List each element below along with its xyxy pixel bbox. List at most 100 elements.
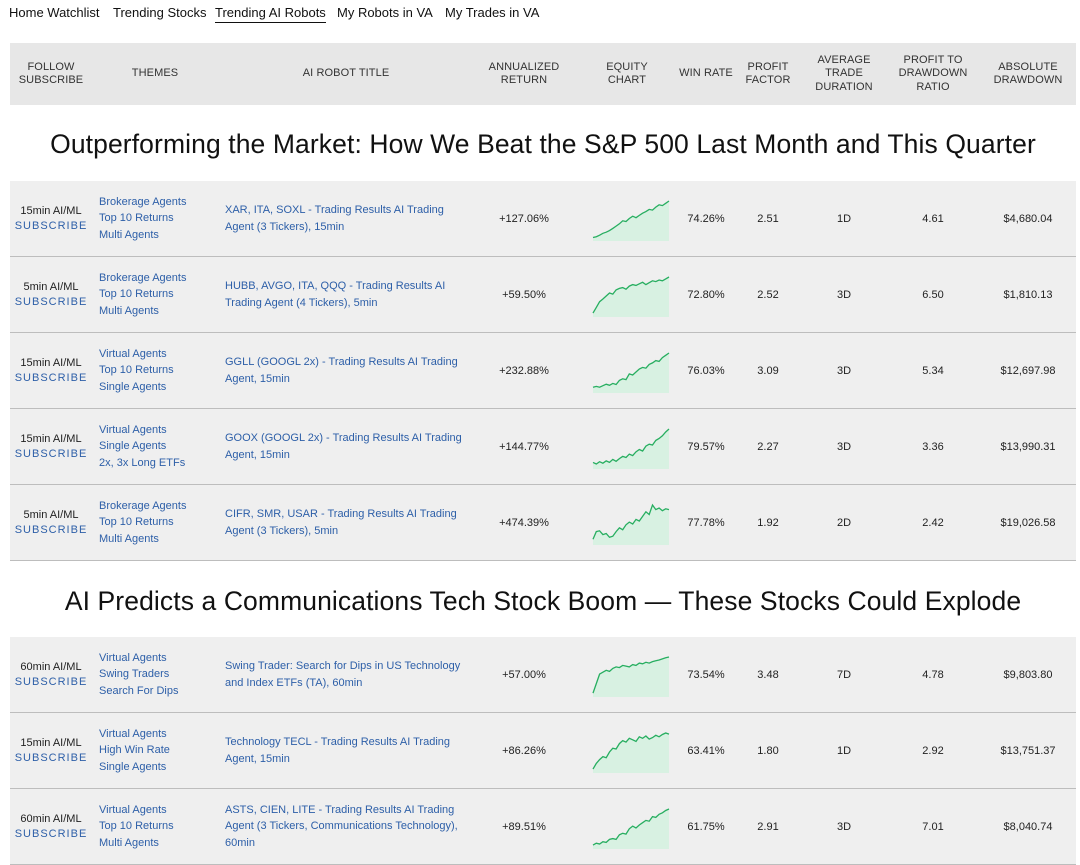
robot-row: 60min AI/ML SUBSCRIBE Virtual Agents Swing … bbox=[10, 637, 1076, 713]
profit-factor: 2.27 bbox=[757, 440, 779, 453]
header-equity-chart: EQUITY CHART bbox=[606, 60, 648, 87]
follow-cell: 15min AI/ML SUBSCRIBE bbox=[10, 713, 92, 788]
equity-chart bbox=[592, 275, 670, 317]
nav-link-trending-ai-robots[interactable]: Trending AI Robots bbox=[215, 5, 326, 23]
theme-link[interactable]: Virtual Agents bbox=[99, 802, 219, 819]
robot-row: 60min AI/ML SUBSCRIBE Virtual Agents Top 10… bbox=[10, 789, 1076, 865]
theme-link[interactable]: Multi Agents bbox=[99, 835, 219, 852]
nav-link-my-trades-in-va[interactable]: My Trades in VA bbox=[445, 5, 539, 20]
theme-link[interactable]: Brokerage Agents bbox=[99, 498, 219, 515]
follow-cell: 15min AI/ML SUBSCRIBE bbox=[10, 333, 92, 408]
theme-link[interactable]: Multi Agents bbox=[99, 303, 219, 320]
follow-cell: 60min AI/ML SUBSCRIBE bbox=[10, 637, 92, 712]
themes-cell: Brokerage Agents Top 10 Returns Multi Agen… bbox=[99, 257, 219, 332]
header-themes: THEMES bbox=[131, 67, 179, 80]
annualized-return: +127.06% bbox=[499, 212, 549, 225]
profit-to-drawdown-ratio: 4.78 bbox=[922, 668, 944, 681]
theme-link[interactable]: Multi Agents bbox=[99, 227, 219, 244]
win-rate: 61.75% bbox=[687, 820, 725, 833]
header-annualized-return: ANNUALIZED RETURN bbox=[488, 60, 560, 87]
profit-factor-cell: 3.48 bbox=[738, 637, 798, 712]
average-trade-duration: 3D bbox=[836, 288, 852, 301]
subscribe-link[interactable]: SUBSCRIBE bbox=[15, 372, 88, 384]
theme-link[interactable]: Brokerage Agents bbox=[99, 270, 219, 287]
robot-title-link[interactable]: Swing Trader: Search for Dips in US Tech… bbox=[225, 658, 470, 691]
theme-link[interactable]: High Win Rate bbox=[99, 742, 219, 759]
theme-link[interactable]: Single Agents bbox=[99, 438, 219, 455]
profit-to-drawdown-ratio-cell: 3.36 bbox=[888, 409, 978, 484]
absolute-drawdown: $1,810.13 bbox=[1003, 288, 1053, 301]
profit-factor-cell: 2.51 bbox=[738, 181, 798, 256]
absolute-drawdown-cell: $19,026.58 bbox=[986, 485, 1070, 560]
subscribe-link[interactable]: SUBSCRIBE bbox=[15, 296, 88, 308]
nav-link-home-watchlist[interactable]: Home Watchlist bbox=[9, 5, 100, 20]
profit-to-drawdown-ratio-cell: 5.34 bbox=[888, 333, 978, 408]
header-win-rate: WIN RATE bbox=[679, 67, 733, 80]
theme-link[interactable]: 2x, 3x Long ETFs bbox=[99, 455, 219, 472]
win-rate: 72.80% bbox=[687, 288, 725, 301]
theme-link[interactable]: Virtual Agents bbox=[99, 726, 219, 743]
subscribe-link[interactable]: SUBSCRIBE bbox=[15, 752, 88, 764]
subscribe-link[interactable]: SUBSCRIBE bbox=[15, 828, 88, 840]
robot-title-link[interactable]: Technology TECL - Trading Results AI Tra… bbox=[225, 734, 470, 767]
average-trade-duration: 7D bbox=[836, 668, 852, 681]
robot-title-link[interactable]: ASTS, CIEN, LITE - Trading Results AI Tr… bbox=[225, 802, 470, 852]
frequency-label: 60min AI/ML bbox=[20, 813, 82, 825]
header-average-trade-duration: AVERAGE TRADE DURATION bbox=[815, 53, 873, 93]
annualized-return: +474.39% bbox=[499, 516, 549, 529]
subscribe-link[interactable]: SUBSCRIBE bbox=[15, 448, 88, 460]
theme-link[interactable]: Brokerage Agents bbox=[99, 194, 219, 211]
subscribe-link[interactable]: SUBSCRIBE bbox=[15, 524, 88, 536]
absolute-drawdown: $13,751.37 bbox=[1000, 744, 1056, 757]
average-trade-duration: 2D bbox=[836, 516, 852, 529]
robot-title-cell: CIFR, SMR, USAR - Trading Results AI Tra… bbox=[225, 485, 470, 560]
theme-link[interactable]: Virtual Agents bbox=[99, 346, 219, 363]
theme-link[interactable]: Top 10 Returns bbox=[99, 210, 219, 227]
theme-link[interactable]: Top 10 Returns bbox=[99, 362, 219, 379]
profit-factor-cell: 1.92 bbox=[738, 485, 798, 560]
annualized-return-cell: +232.88% bbox=[474, 333, 574, 408]
theme-link[interactable]: Virtual Agents bbox=[99, 422, 219, 439]
annualized-return-cell: +474.39% bbox=[474, 485, 574, 560]
equity-chart-cell bbox=[592, 713, 670, 788]
theme-link[interactable]: Top 10 Returns bbox=[99, 818, 219, 835]
subscribe-link[interactable]: SUBSCRIBE bbox=[15, 220, 88, 232]
win-rate: 79.57% bbox=[687, 440, 725, 453]
theme-link[interactable]: Virtual Agents bbox=[99, 650, 219, 667]
robot-title-link[interactable]: GGLL (GOOGL 2x) - Trading Results AI Tra… bbox=[225, 354, 470, 387]
profit-factor-cell: 1.80 bbox=[738, 713, 798, 788]
theme-link[interactable]: Top 10 Returns bbox=[99, 286, 219, 303]
subscribe-link[interactable]: SUBSCRIBE bbox=[15, 676, 88, 688]
average-trade-duration: 3D bbox=[836, 364, 852, 377]
nav-link-my-robots-in-va[interactable]: My Robots in VA bbox=[337, 5, 433, 20]
profit-factor-cell: 3.09 bbox=[738, 333, 798, 408]
theme-link[interactable]: Search For Dips bbox=[99, 683, 219, 700]
frequency-label: 60min AI/ML bbox=[20, 661, 82, 673]
profit-factor: 3.09 bbox=[757, 364, 779, 377]
average-trade-duration-cell: 3D bbox=[806, 333, 882, 408]
profit-to-drawdown-ratio: 2.92 bbox=[922, 744, 944, 757]
theme-link[interactable]: Single Agents bbox=[99, 379, 219, 396]
equity-chart bbox=[592, 199, 670, 241]
win-rate: 76.03% bbox=[687, 364, 725, 377]
average-trade-duration: 3D bbox=[836, 820, 852, 833]
robot-title-link[interactable]: CIFR, SMR, USAR - Trading Results AI Tra… bbox=[225, 506, 470, 539]
profit-to-drawdown-ratio: 2.42 bbox=[922, 516, 944, 529]
robot-title-link[interactable]: GOOX (GOOGL 2x) - Trading Results AI Tra… bbox=[225, 430, 470, 463]
theme-link[interactable]: Top 10 Returns bbox=[99, 514, 219, 531]
robot-title-link[interactable]: HUBB, AVGO, ITA, QQQ - Trading Results A… bbox=[225, 278, 470, 311]
absolute-drawdown-cell: $1,810.13 bbox=[986, 257, 1070, 332]
absolute-drawdown: $9,803.80 bbox=[1003, 668, 1053, 681]
section-title: Outperforming the Market: How We Beat th… bbox=[50, 129, 1036, 159]
themes-cell: Virtual Agents Top 10 Returns Single Agent… bbox=[99, 333, 219, 408]
win-rate-cell: 72.80% bbox=[678, 257, 734, 332]
equity-chart-cell bbox=[592, 485, 670, 560]
win-rate: 73.54% bbox=[687, 668, 725, 681]
theme-link[interactable]: Multi Agents bbox=[99, 531, 219, 548]
nav-link-trending-stocks[interactable]: Trending Stocks bbox=[113, 5, 206, 20]
theme-link[interactable]: Swing Traders bbox=[99, 666, 219, 683]
theme-link[interactable]: Single Agents bbox=[99, 759, 219, 776]
robot-row: 15min AI/ML SUBSCRIBE Virtual Agents High W… bbox=[10, 713, 1076, 789]
robot-title-link[interactable]: XAR, ITA, SOXL - Trading Results AI Trad… bbox=[225, 202, 470, 235]
profit-factor: 1.80 bbox=[757, 744, 779, 757]
